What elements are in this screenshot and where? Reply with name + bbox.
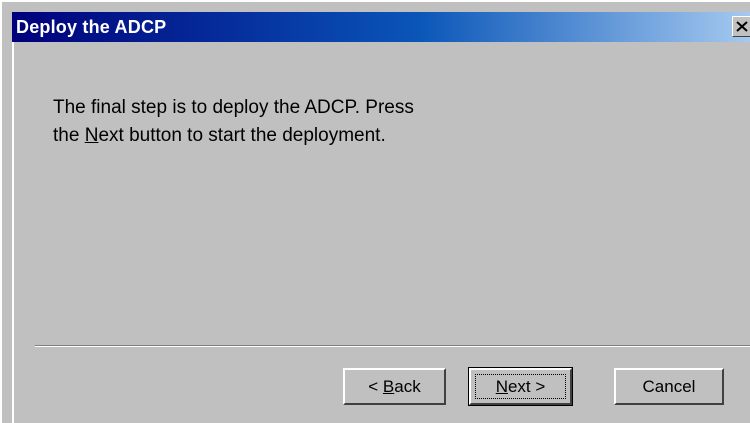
back-button-label: < Back (368, 377, 420, 397)
title-bar[interactable]: Deploy the ADCP (12, 12, 750, 42)
next-button-label: Next > (496, 377, 546, 397)
cancel-button-label: Cancel (642, 376, 696, 396)
instruction-message: The final step is to deploy the ADCP. Pr… (53, 94, 573, 150)
message-next-rest: ext (98, 125, 124, 146)
message-line-1: The final step is to deploy the ADCP. Pr… (53, 97, 414, 118)
next-mnemonic: N (495, 376, 508, 396)
next-rest: ext > (507, 376, 546, 396)
back-rest: ack (394, 376, 421, 396)
cancel-button[interactable]: Cancel (614, 368, 724, 405)
next-button[interactable]: Next > (468, 367, 573, 406)
close-button[interactable] (732, 16, 750, 37)
button-separator (35, 345, 750, 347)
message-next-mnemonic: N (84, 125, 99, 146)
message-line-2: the Next button to start the deployment. (53, 122, 573, 150)
back-button[interactable]: < Back (343, 368, 446, 405)
dialog-left-edge (12, 42, 14, 423)
close-icon (736, 21, 748, 32)
back-mnemonic: B (382, 376, 395, 396)
message-line-2-suffix: button to start the deployment. (123, 125, 386, 146)
back-arrow: < (368, 376, 383, 396)
message-line-2-prefix: the (53, 125, 85, 146)
window-title: Deploy the ADCP (16, 16, 167, 37)
deploy-dialog-window: Deploy the ADCP The final step is to dep… (0, 0, 750, 423)
